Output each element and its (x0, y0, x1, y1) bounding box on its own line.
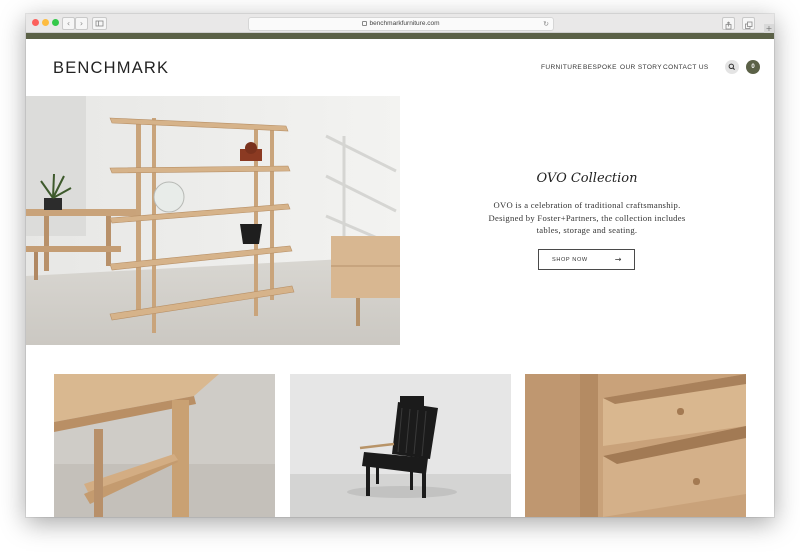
url-text: benchmarkfurniture.com (369, 20, 440, 27)
product-image-chair[interactable] (290, 374, 511, 517)
hero-description-line: OVO is a celebration of traditional craf… (493, 200, 681, 210)
product-image-drawers[interactable] (525, 374, 746, 517)
nav-furniture[interactable]: FURNITURE (541, 64, 582, 71)
reload-icon[interactable]: ↻ (543, 18, 549, 30)
shop-now-label: SHOP NOW (552, 257, 588, 263)
minimize-window-button[interactable] (42, 19, 49, 26)
search-icon (728, 63, 735, 70)
shop-now-button[interactable]: SHOP NOW → (538, 249, 635, 270)
hero-title: OVO Collection (536, 171, 638, 186)
hero-description-line: tables, storage and seating. (536, 225, 638, 235)
nav-bespoke[interactable]: BESPOKE (583, 64, 617, 71)
tabs-overview-icon[interactable] (742, 17, 755, 30)
search-button[interactable] (725, 60, 739, 74)
lock-icon (362, 20, 368, 26)
cart-button[interactable]: 0 (746, 60, 760, 74)
close-window-button[interactable] (32, 19, 39, 26)
browser-toolbar: ‹ › benchmarkfurniture.com ↻ + (26, 14, 774, 33)
nav-our-story[interactable]: OUR STORY (620, 64, 662, 71)
sidebar-toggle-icon[interactable] (92, 17, 107, 30)
new-tab-button[interactable]: + (764, 24, 774, 33)
browser-window: ‹ › benchmarkfurniture.com ↻ + BENCHMARK… (26, 14, 774, 517)
share-icon[interactable] (722, 17, 735, 30)
hero-description-line: Designed by Foster+Partners, the collect… (488, 212, 686, 223)
product-image-table[interactable] (54, 374, 275, 517)
site-logo[interactable]: BENCHMARK (53, 59, 169, 78)
zoom-window-button[interactable] (52, 19, 59, 26)
back-button[interactable]: ‹ (62, 17, 75, 30)
hero-image-shelving[interactable] (26, 96, 400, 345)
site-top-bar (26, 33, 774, 39)
hero-description: OVO is a celebration of traditional craf… (400, 199, 774, 237)
arrow-right-icon: → (614, 255, 622, 264)
forward-button[interactable]: › (75, 17, 88, 30)
address-bar[interactable]: benchmarkfurniture.com ↻ (248, 17, 554, 31)
nav-contact-us[interactable]: CONTACT US (663, 64, 709, 71)
